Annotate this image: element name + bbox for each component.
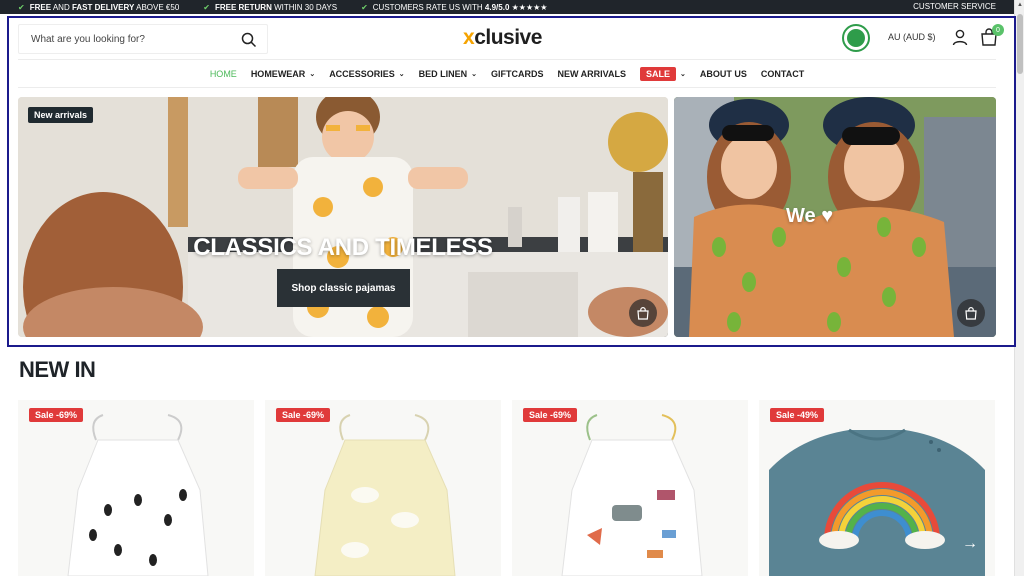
selection-highlight-frame [7,16,1016,347]
usp-text-bold: 4.9/5.0 [484,2,510,12]
usp-text-bold: FREE RETURN [214,2,272,12]
usp-text: ABOVE €50 [134,2,180,12]
usp-rating: ✔ CUSTOMERS RATE US WITH 4.9/5.0 ★★★★★ [361,3,547,12]
product-image-jumpsuit-yellow [265,400,501,576]
check-icon: ✔ [203,2,210,12]
sale-badge: Sale -69% [276,408,331,422]
usp-returns: ✔ FREE RETURN WITHIN 30 DAYS [203,3,337,12]
usp-delivery: ✔ FREE AND FAST DELIVERY ABOVE €50 [18,3,179,12]
rating-stars: ★★★★★ [509,2,548,12]
usp-text: AND [51,2,72,12]
scroll-up-icon[interactable]: ▲ [1017,2,1023,8]
check-icon: ✔ [361,2,368,12]
product-card[interactable]: Sale -69% [512,400,748,576]
product-image-jumpsuit-animals [512,400,748,576]
usp-text-bold: FREE [29,2,52,12]
carousel-next-arrow-icon[interactable]: → [958,532,982,556]
product-card[interactable]: Sale -69% [265,400,501,576]
scrollbar-thumb[interactable] [1017,14,1023,74]
product-image-jumpsuit-dots [18,400,254,576]
check-icon: ✔ [18,2,25,12]
sale-badge: Sale -49% [770,408,825,422]
product-card[interactable]: Sale -69% [18,400,254,576]
top-announcement-bar: ✔ FREE AND FAST DELIVERY ABOVE €50 ✔ FRE… [0,0,1014,14]
usp-text-bold: FAST DELIVERY [71,2,135,12]
usp-text: CUSTOMERS RATE US WITH [372,2,485,12]
sale-badge: Sale -69% [523,408,578,422]
usp-text: WITHIN 30 DAYS [271,2,338,12]
sale-badge: Sale -69% [29,408,84,422]
customer-service-link[interactable]: CUSTOMER SERVICE [913,2,996,11]
new-in-heading: NEW IN [19,357,96,382]
